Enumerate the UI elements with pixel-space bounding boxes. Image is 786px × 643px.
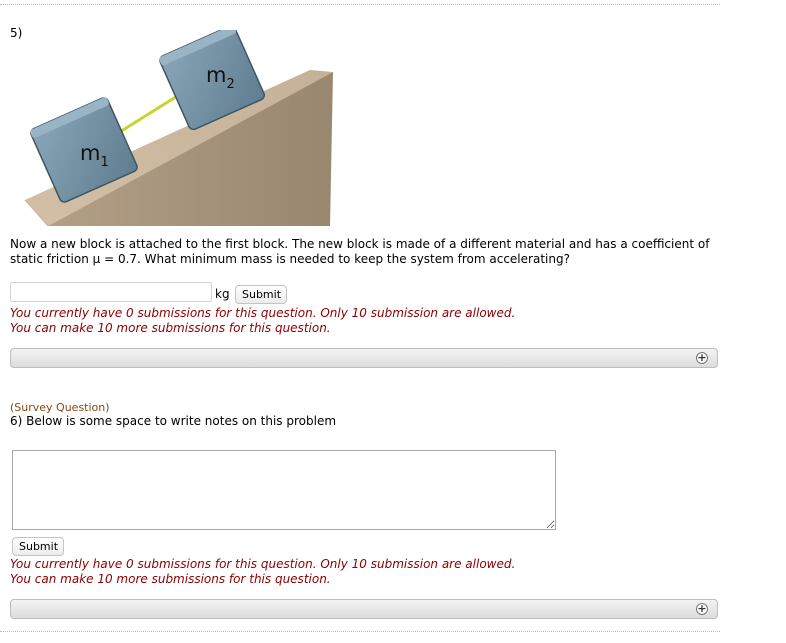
bottom-divider: [0, 631, 720, 632]
notes-submit-button[interactable]: Submit: [12, 537, 64, 556]
notes-expand-bar[interactable]: +: [10, 599, 718, 619]
unit-label: kg: [215, 287, 230, 301]
plus-circle-icon[interactable]: +: [696, 603, 708, 615]
notes-submissions-remaining-text: You can make 10 more submissions for thi…: [10, 572, 331, 586]
submissions-remaining-text: You can make 10 more submissions for thi…: [10, 321, 331, 335]
question-6-text: 6) Below is some space to write notes on…: [10, 414, 337, 428]
plus-circle-icon[interactable]: +: [696, 352, 708, 364]
notes-textarea[interactable]: [12, 450, 556, 530]
submit-button[interactable]: Submit: [235, 285, 287, 304]
survey-question-tag: (Survey Question): [10, 401, 110, 414]
hint-expand-bar[interactable]: +: [10, 348, 718, 368]
incline-figure: m1 m2: [24, 30, 333, 227]
question-text: Now a new block is attached to the first…: [10, 237, 710, 266]
answer-input[interactable]: [10, 282, 212, 302]
notes-submission-count-text: You currently have 0 submissions for thi…: [10, 557, 516, 571]
submission-count-text: You currently have 0 submissions for thi…: [10, 306, 516, 320]
top-divider: [0, 4, 720, 5]
